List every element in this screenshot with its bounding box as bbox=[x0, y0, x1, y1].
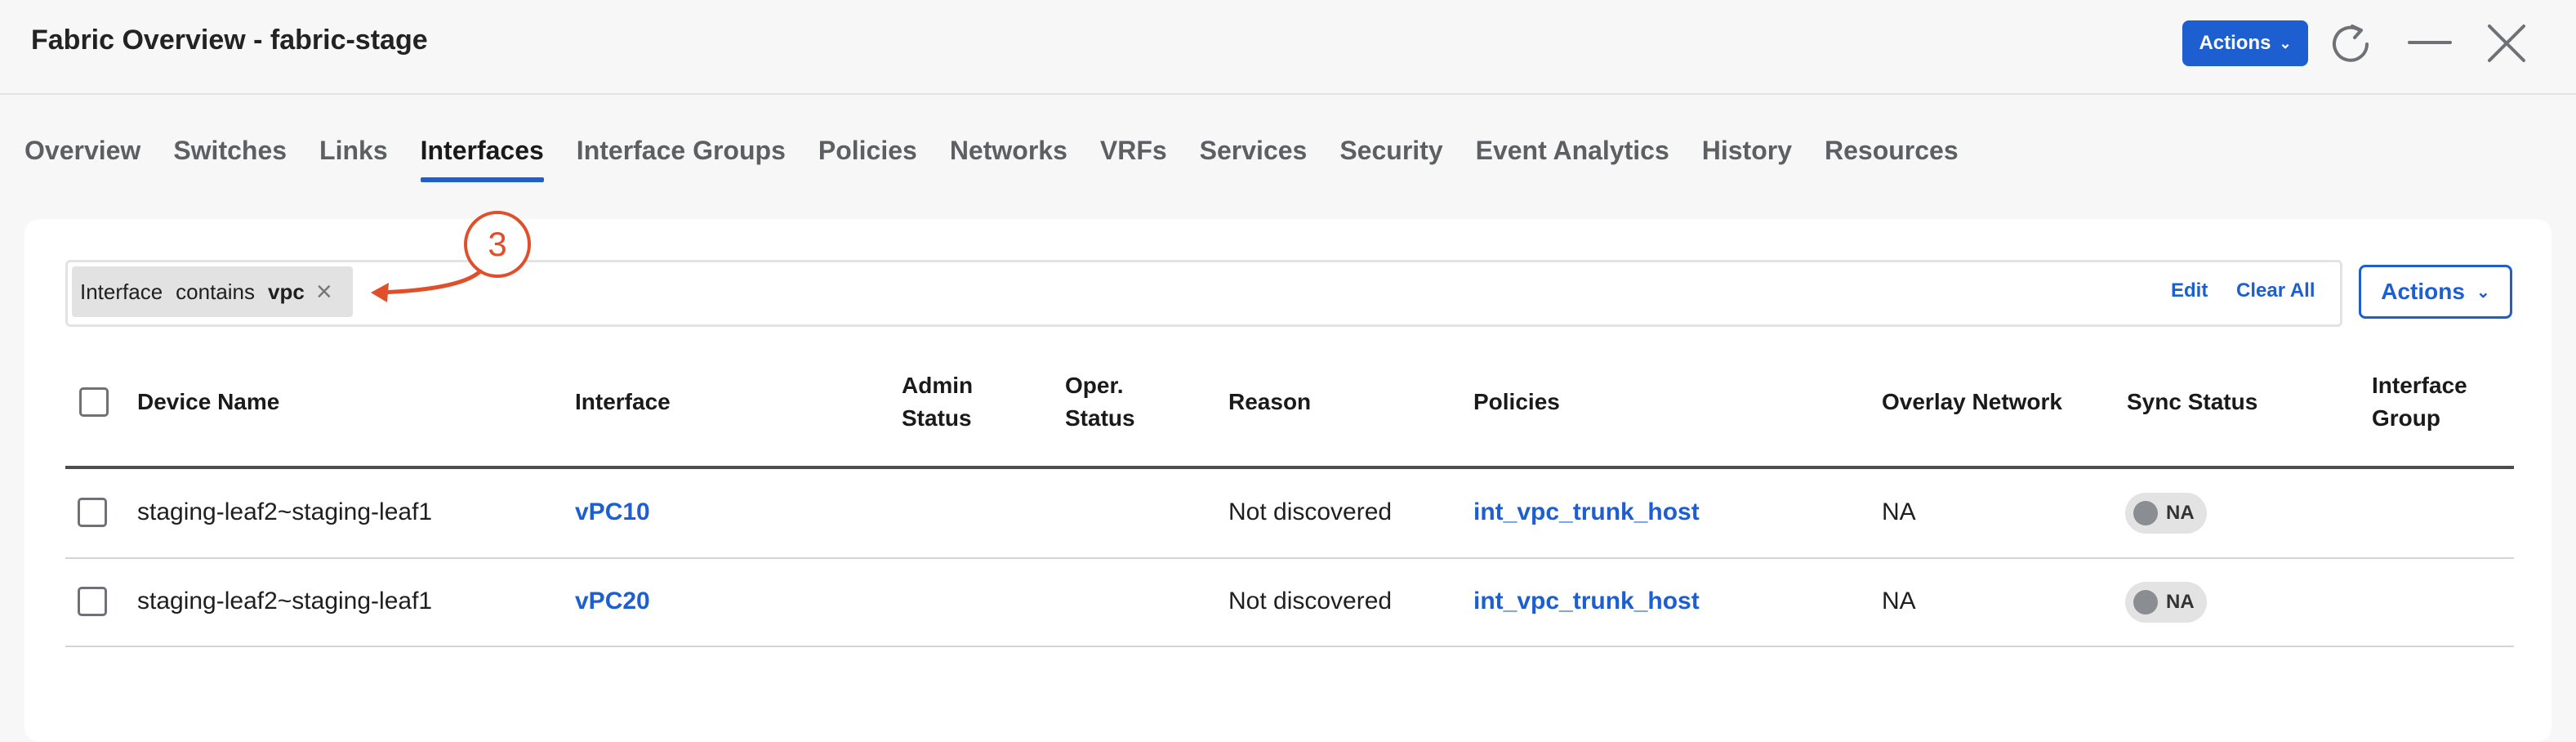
cell-policy-link[interactable]: int_vpc_trunk_host bbox=[1473, 498, 1700, 526]
col-overlay-network[interactable]: Overlay Network bbox=[1882, 386, 2062, 418]
cell-device-name: staging-leaf2~staging-leaf1 bbox=[137, 588, 433, 615]
header-actions-label: Actions bbox=[2199, 32, 2271, 54]
tab-policies[interactable]: Policies bbox=[818, 136, 917, 182]
filter-chip[interactable]: Interface contains vpc × bbox=[72, 266, 353, 317]
refresh-icon[interactable] bbox=[2328, 20, 2375, 67]
row-divider bbox=[65, 557, 2514, 559]
col-interface-group[interactable]: Interface Group bbox=[2372, 369, 2467, 435]
cell-overlay-network: NA bbox=[1882, 498, 1916, 525]
select-all-checkbox[interactable] bbox=[79, 387, 109, 417]
status-dot-icon bbox=[2133, 501, 2158, 525]
status-dot-icon bbox=[2133, 590, 2158, 615]
filter-chip-operator: contains bbox=[176, 279, 256, 304]
col-interface-group-line1: Interface bbox=[2372, 373, 2467, 398]
tab-interface-groups[interactable]: Interface Groups bbox=[577, 136, 786, 182]
col-oper-status[interactable]: Oper. Status bbox=[1065, 369, 1135, 435]
col-reason[interactable]: Reason bbox=[1228, 386, 1311, 418]
tab-resources[interactable]: Resources bbox=[1825, 136, 1959, 182]
cell-overlay-network: NA bbox=[1882, 588, 1916, 615]
header-actions-button[interactable]: Actions ⌄ bbox=[2182, 20, 2308, 66]
cell-interface-link[interactable]: vPC10 bbox=[575, 498, 650, 526]
col-device-name[interactable]: Device Name bbox=[137, 386, 279, 418]
tab-history[interactable]: History bbox=[1702, 136, 1792, 182]
sync-status-badge: NA bbox=[2125, 582, 2207, 623]
cell-reason: Not discovered bbox=[1228, 588, 1393, 615]
col-admin-status[interactable]: Admin Status bbox=[902, 369, 973, 435]
tab-switches[interactable]: Switches bbox=[173, 136, 287, 182]
edit-filter-link[interactable]: Edit bbox=[2171, 279, 2208, 302]
cell-reason: Not discovered bbox=[1228, 498, 1393, 525]
sync-status-badge: NA bbox=[2125, 493, 2207, 534]
tab-security[interactable]: Security bbox=[1339, 136, 1442, 182]
col-sync-status[interactable]: Sync Status bbox=[2127, 386, 2257, 418]
chevron-down-icon: ⌄ bbox=[2279, 34, 2292, 51]
col-oper-status-line1: Oper. bbox=[1065, 373, 1124, 398]
sync-status-text: NA bbox=[2166, 591, 2195, 613]
filter-chip-field: Interface bbox=[80, 279, 163, 304]
table-actions-button[interactable]: Actions ⌄ bbox=[2359, 265, 2512, 319]
tab-services[interactable]: Services bbox=[1200, 136, 1308, 182]
col-interface[interactable]: Interface bbox=[575, 386, 671, 418]
tab-event-analytics[interactable]: Event Analytics bbox=[1476, 136, 1669, 182]
cell-policy-link[interactable]: int_vpc_trunk_host bbox=[1473, 588, 1700, 615]
col-policies[interactable]: Policies bbox=[1473, 386, 1560, 418]
table-header-divider bbox=[65, 466, 2514, 469]
col-admin-status-line1: Admin bbox=[902, 373, 974, 398]
minimize-icon[interactable] bbox=[2406, 20, 2453, 67]
cell-interface-link[interactable]: vPC20 bbox=[575, 588, 650, 615]
tab-interfaces[interactable]: Interfaces bbox=[420, 136, 544, 182]
row-checkbox[interactable] bbox=[78, 587, 107, 616]
chevron-down-icon: ⌄ bbox=[2476, 283, 2490, 302]
remove-filter-icon[interactable]: × bbox=[316, 278, 332, 306]
tab-bar: Overview Switches Links Interfaces Inter… bbox=[25, 136, 1991, 182]
page-title: Fabric Overview - fabric-stage bbox=[31, 25, 428, 56]
tab-networks[interactable]: Networks bbox=[950, 136, 1067, 182]
col-oper-status-line2: Status bbox=[1065, 405, 1135, 431]
sync-status-text: NA bbox=[2166, 502, 2195, 524]
tab-vrfs[interactable]: VRFs bbox=[1100, 136, 1167, 182]
row-checkbox[interactable] bbox=[78, 498, 107, 527]
cell-device-name: staging-leaf2~staging-leaf1 bbox=[137, 498, 433, 525]
close-icon[interactable] bbox=[2483, 20, 2530, 67]
tab-links[interactable]: Links bbox=[319, 136, 388, 182]
col-admin-status-line2: Status bbox=[902, 405, 972, 431]
clear-all-link[interactable]: Clear All bbox=[2236, 279, 2315, 302]
col-interface-group-line2: Group bbox=[2372, 405, 2440, 431]
tab-overview[interactable]: Overview bbox=[25, 136, 140, 182]
row-divider bbox=[65, 646, 2514, 647]
filter-chip-value: vpc bbox=[268, 279, 305, 304]
annotation-number: 3 bbox=[488, 225, 507, 263]
table-actions-label: Actions bbox=[2381, 279, 2465, 304]
